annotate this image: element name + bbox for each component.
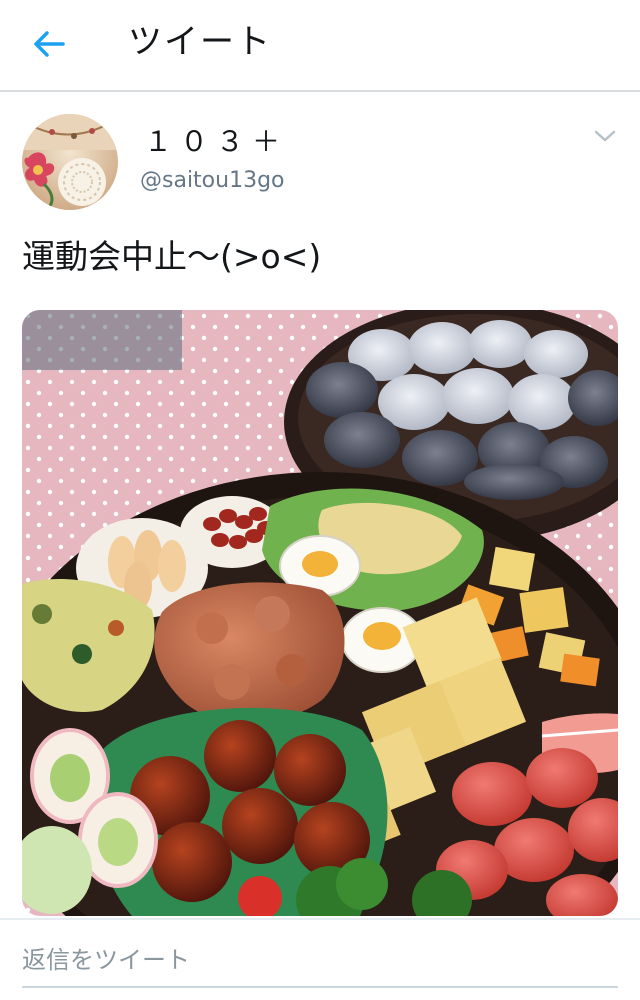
tweet-text: 運動会中止〜(>o<)	[22, 237, 322, 276]
reply-input-underline	[22, 986, 618, 988]
avatar[interactable]	[22, 114, 118, 210]
reply-input[interactable]	[22, 936, 618, 984]
back-button[interactable]	[24, 22, 74, 66]
author-handle[interactable]: @saitou13go	[140, 168, 285, 193]
tweet-author-row: １０３＋ @saitou13go	[22, 112, 618, 212]
arrow-left-icon	[34, 31, 65, 57]
page-title: ツイート	[128, 22, 272, 62]
footer-divider	[0, 918, 640, 920]
tweet-photo[interactable]	[22, 310, 618, 916]
top-app-bar: ツイート	[0, 0, 640, 92]
chevron-down-icon[interactable]	[592, 126, 618, 146]
author-display-name[interactable]: １０３＋	[144, 120, 288, 160]
